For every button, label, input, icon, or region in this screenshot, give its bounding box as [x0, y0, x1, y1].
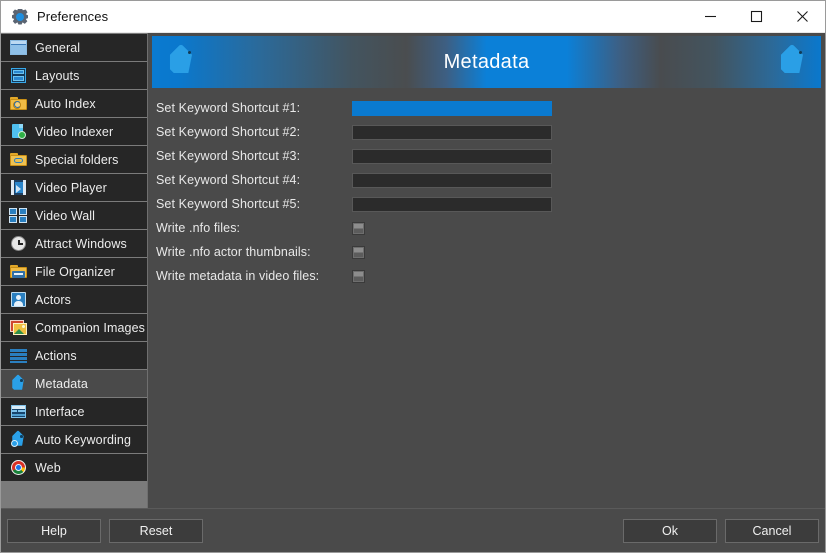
tag-icon [775, 45, 809, 79]
footer-bar: Help Reset Ok Cancel [1, 508, 825, 552]
form-row: Set Keyword Shortcut #5: [156, 192, 825, 216]
list-bars-icon [9, 347, 28, 364]
window-controls [687, 1, 825, 33]
form-row: Set Keyword Shortcut #2: [156, 120, 825, 144]
sidebar-item-label: Interface [35, 405, 85, 419]
browser-globe-icon [9, 459, 28, 476]
interface-icon [9, 403, 28, 420]
settings-form: Set Keyword Shortcut #1: Set Keyword Sho… [148, 88, 825, 508]
tag-icon [164, 45, 198, 79]
sidebar-item-layouts[interactable]: Layouts [1, 62, 147, 90]
folder-link-icon [9, 151, 28, 168]
keyword-shortcut-4-input[interactable] [352, 173, 552, 188]
sidebar-item-auto-index[interactable]: Auto Index [1, 90, 147, 118]
gear-icon [12, 9, 28, 25]
sidebar-item-video-indexer[interactable]: Video Indexer [1, 118, 147, 146]
sidebar-nav-list: General Layouts Auto Index [1, 34, 147, 482]
write-nfo-actor-thumbnails-checkbox[interactable] [352, 246, 365, 259]
sidebar-item-label: Web [35, 461, 61, 475]
sidebar-item-label: General [35, 41, 80, 55]
keyword-shortcut-1-input[interactable] [352, 101, 552, 116]
field-label: Write .nfo actor thumbnails: [156, 245, 352, 259]
sidebar-item-label: Layouts [35, 69, 79, 83]
window-pane-icon [9, 39, 28, 56]
sidebar-item-actions[interactable]: Actions [1, 342, 147, 370]
document-gear-icon [9, 123, 28, 140]
field-label: Set Keyword Shortcut #3: [156, 149, 352, 163]
sidebar-item-label: Companion Images [35, 321, 145, 335]
sidebar-item-special-folders[interactable]: Special folders [1, 146, 147, 174]
sidebar-item-label: Video Player [35, 181, 107, 195]
field-label: Write .nfo files: [156, 221, 352, 235]
main-panel: Metadata Set Keyword Shortcut #1: Set Ke… [148, 33, 825, 508]
title-bar: Preferences [1, 1, 825, 33]
sidebar-item-interface[interactable]: Interface [1, 398, 147, 426]
sidebar-item-label: Actions [35, 349, 77, 363]
sidebar-item-actors[interactable]: Actors [1, 286, 147, 314]
pictures-icon [9, 319, 28, 336]
sidebar-item-label: Video Indexer [35, 125, 113, 139]
write-nfo-files-checkbox[interactable] [352, 222, 365, 235]
sidebar-item-auto-keywording[interactable]: Auto Keywording [1, 426, 147, 454]
tag-refresh-icon [9, 431, 28, 448]
field-label: Set Keyword Shortcut #1: [156, 101, 352, 115]
sidebar-item-video-wall[interactable]: Video Wall [1, 202, 147, 230]
layout-icon [9, 67, 28, 84]
sidebar-item-label: Actors [35, 293, 71, 307]
sidebar-item-label: Metadata [35, 377, 88, 391]
cancel-button[interactable]: Cancel [725, 519, 819, 543]
sidebar-item-companion-images[interactable]: Companion Images [1, 314, 147, 342]
field-label: Write metadata in video files: [156, 269, 352, 283]
write-metadata-in-video-files-checkbox[interactable] [352, 270, 365, 283]
form-row: Write .nfo files: [156, 216, 825, 240]
sidebar-item-label: Auto Index [35, 97, 96, 111]
sidebar-item-label: File Organizer [35, 265, 115, 279]
keyword-shortcut-2-input[interactable] [352, 125, 552, 140]
sidebar-item-label: Auto Keywording [35, 433, 131, 447]
preferences-window: Preferences General [0, 0, 826, 553]
minimize-button[interactable] [687, 1, 733, 33]
panel-header: Metadata [152, 36, 821, 88]
form-row: Write .nfo actor thumbnails: [156, 240, 825, 264]
sidebar-item-web[interactable]: Web [1, 454, 147, 482]
close-button[interactable] [779, 1, 825, 33]
sidebar-item-label: Video Wall [35, 209, 95, 223]
sidebar-item-attract-windows[interactable]: Attract Windows [1, 230, 147, 258]
form-row: Write metadata in video files: [156, 264, 825, 288]
sidebar-item-video-player[interactable]: Video Player [1, 174, 147, 202]
maximize-button[interactable] [733, 1, 779, 33]
form-row: Set Keyword Shortcut #4: [156, 168, 825, 192]
window-title: Preferences [37, 9, 108, 24]
sidebar-filler [1, 482, 147, 508]
form-row: Set Keyword Shortcut #3: [156, 144, 825, 168]
sidebar-item-label: Attract Windows [35, 237, 127, 251]
keyword-shortcut-5-input[interactable] [352, 197, 552, 212]
sidebar-item-general[interactable]: General [1, 34, 147, 62]
clock-icon [9, 235, 28, 252]
field-label: Set Keyword Shortcut #4: [156, 173, 352, 187]
sidebar: General Layouts Auto Index [1, 33, 148, 508]
sidebar-item-metadata[interactable]: Metadata [1, 370, 147, 398]
window-body: General Layouts Auto Index [1, 33, 825, 508]
form-row: Set Keyword Shortcut #1: [156, 96, 825, 120]
film-strip-icon [9, 179, 28, 196]
tag-icon [9, 375, 28, 392]
sidebar-item-label: Special folders [35, 153, 119, 167]
field-label: Set Keyword Shortcut #5: [156, 197, 352, 211]
grid-tiles-icon [9, 207, 28, 224]
reset-button[interactable]: Reset [109, 519, 203, 543]
ok-button[interactable]: Ok [623, 519, 717, 543]
help-button[interactable]: Help [7, 519, 101, 543]
keyword-shortcut-3-input[interactable] [352, 149, 552, 164]
folder-drawer-icon [9, 263, 28, 280]
sidebar-item-file-organizer[interactable]: File Organizer [1, 258, 147, 286]
field-label: Set Keyword Shortcut #2: [156, 125, 352, 139]
person-icon [9, 291, 28, 308]
page-title: Metadata [444, 51, 530, 74]
folder-refresh-icon [9, 95, 28, 112]
